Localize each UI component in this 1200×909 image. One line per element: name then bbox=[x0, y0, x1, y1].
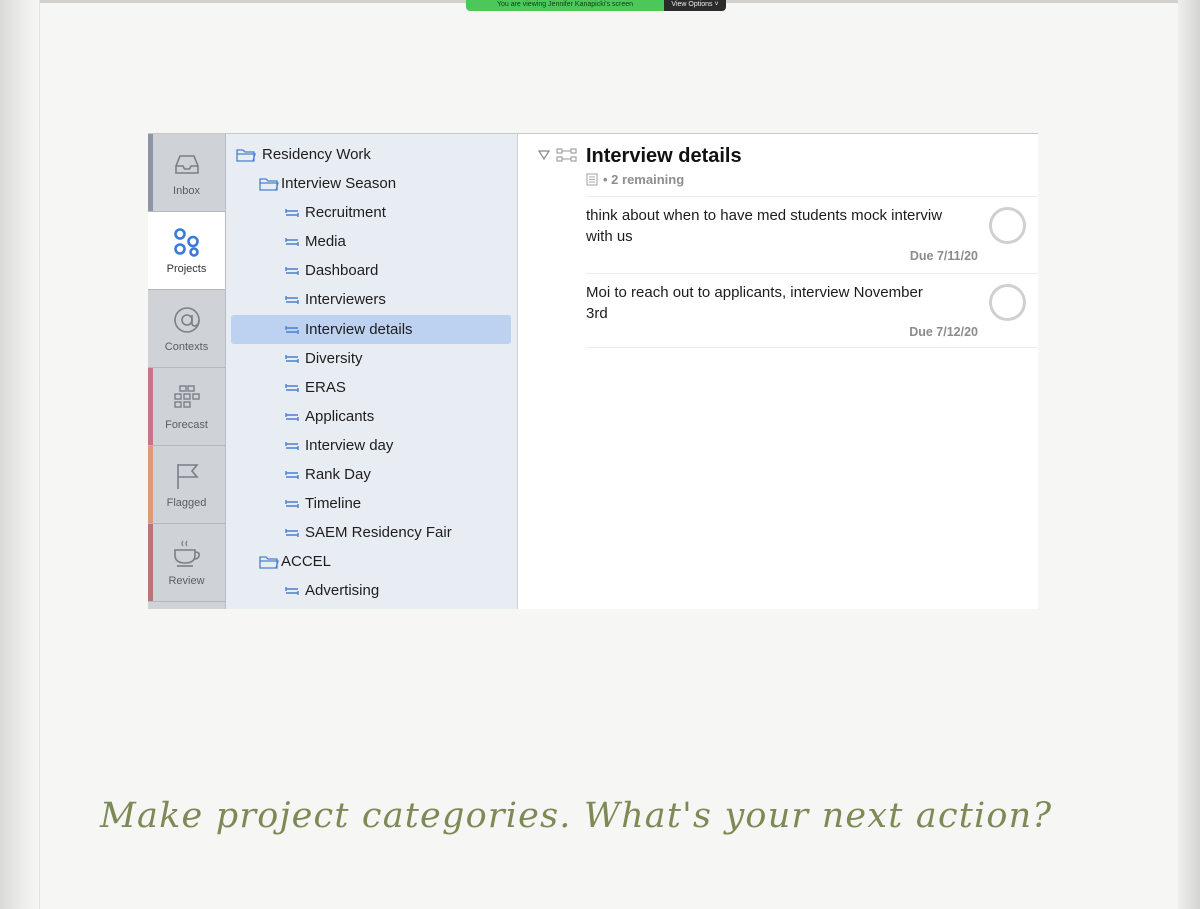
project-icon bbox=[285, 266, 299, 275]
sidebar-item-label: ERAS bbox=[305, 379, 346, 396]
sidebar-item-media[interactable]: Media bbox=[226, 227, 517, 256]
sidebar-item-label: ACCEL bbox=[281, 553, 332, 570]
remaining-text: • 2 remaining bbox=[603, 172, 685, 187]
task-title[interactable]: Moi to reach out to applicants, intervie… bbox=[586, 282, 946, 324]
screen-share-message: You are viewing Jennifer Kanapicki's scr… bbox=[466, 0, 664, 11]
perspective-color-stripe bbox=[148, 524, 153, 601]
perspective-label: Projects bbox=[166, 262, 207, 275]
perspective-color-stripe bbox=[148, 368, 153, 445]
project-icon bbox=[285, 441, 299, 450]
sidebar-item-label: Interview day bbox=[305, 437, 394, 454]
sidebar-item-interviewers[interactable]: Interviewers bbox=[226, 285, 517, 314]
sidebar-item-diversity[interactable]: Diversity bbox=[226, 344, 517, 373]
perspective-contexts[interactable]: Contexts bbox=[148, 290, 225, 368]
sidebar-item-label: Recruitment bbox=[305, 204, 386, 221]
perspective-label: Inbox bbox=[173, 184, 200, 197]
project-icon bbox=[285, 499, 299, 508]
perspective-color-stripe bbox=[148, 134, 153, 211]
sidebar-item-label: SAEM Residency Fair bbox=[305, 524, 452, 541]
folder-icon bbox=[259, 555, 279, 569]
perspective-forecast[interactable]: Forecast bbox=[148, 368, 225, 446]
project-icon bbox=[285, 528, 299, 537]
task-checkbox[interactable] bbox=[989, 284, 1026, 321]
sidebar-item-timeline[interactable]: Timeline bbox=[226, 489, 517, 518]
at-icon bbox=[173, 306, 200, 333]
flag-icon bbox=[176, 463, 199, 489]
slide-caption: Make project categories. What's your nex… bbox=[100, 796, 1053, 836]
project-icon bbox=[285, 325, 299, 334]
notebook-binding bbox=[0, 0, 40, 909]
omnifocus-window: Inbox Projects Contexts Forecast Flagged… bbox=[148, 133, 1038, 609]
perspective-projects[interactable]: Projects bbox=[148, 212, 225, 290]
page-edge bbox=[1178, 0, 1200, 909]
sidebar-item-interview-season[interactable]: Interview Season bbox=[226, 169, 517, 198]
task-row[interactable]: think about when to have med students mo… bbox=[586, 196, 1038, 273]
sidebar-item-eras[interactable]: ERAS bbox=[226, 373, 517, 402]
task-due-date: Due 7/12/20 bbox=[909, 325, 978, 339]
task-title[interactable]: think about when to have med students mo… bbox=[586, 205, 946, 247]
sidebar-item-label: Rank Day bbox=[305, 466, 371, 483]
note-icon bbox=[586, 173, 598, 186]
project-icon bbox=[285, 586, 299, 595]
perspective-bar: Inbox Projects Contexts Forecast Flagged… bbox=[148, 134, 226, 609]
project-content: Interview details • 2 remaining think ab… bbox=[518, 134, 1038, 609]
coffee-cup-icon bbox=[173, 540, 200, 567]
sidebar-item-saem-residency-fair[interactable]: SAEM Residency Fair bbox=[226, 518, 517, 547]
sidebar-item-label: Interview Season bbox=[281, 175, 397, 192]
project-type-icon bbox=[556, 148, 577, 162]
perspective-label: Flagged bbox=[166, 496, 207, 509]
screen-share-banner: You are viewing Jennifer Kanapicki's scr… bbox=[466, 0, 726, 11]
project-icon bbox=[285, 470, 299, 479]
sidebar-item-label: Dashboard bbox=[305, 262, 379, 279]
sidebar-item-accel[interactable]: ACCEL bbox=[226, 547, 517, 576]
project-title: Interview details bbox=[586, 145, 742, 167]
projects-icon bbox=[173, 227, 199, 257]
project-sidebar: Residency Work Interview Season Recruitm… bbox=[226, 134, 518, 609]
project-icon bbox=[285, 354, 299, 363]
sidebar-item-dashboard[interactable]: Dashboard bbox=[226, 256, 517, 285]
project-icon bbox=[285, 295, 299, 304]
sidebar-item-label: Interview details bbox=[305, 321, 413, 338]
sidebar-item-label: Residency Work bbox=[262, 146, 371, 163]
inbox-icon bbox=[174, 154, 199, 174]
sidebar-item-label: Interviewers bbox=[305, 291, 386, 308]
disclosure-triangle-icon[interactable] bbox=[538, 150, 550, 160]
sidebar-item-interview-details[interactable]: Interview details bbox=[226, 315, 517, 344]
project-icon bbox=[285, 237, 299, 246]
perspective-review[interactable]: Review bbox=[148, 524, 225, 602]
project-icon bbox=[285, 383, 299, 392]
task-due-date: Due 7/11/20 bbox=[909, 249, 978, 263]
perspective-flagged[interactable]: Flagged bbox=[148, 446, 225, 524]
sidebar-item-rank-day[interactable]: Rank Day bbox=[226, 460, 517, 489]
sidebar-item-label: Timeline bbox=[305, 495, 362, 512]
view-options-button[interactable]: View Options ˅ bbox=[664, 0, 726, 11]
perspective-color-stripe bbox=[148, 446, 153, 523]
remaining-count: • 2 remaining bbox=[586, 172, 684, 187]
calendar-grid-icon bbox=[173, 384, 200, 408]
perspective-label: Forecast bbox=[165, 418, 208, 431]
sidebar-item-label: Media bbox=[305, 233, 346, 250]
sidebar-item-label: Advertising bbox=[305, 582, 380, 599]
perspective-label: Review bbox=[168, 574, 205, 587]
project-icon bbox=[285, 412, 299, 421]
task-checkbox[interactable] bbox=[989, 207, 1026, 244]
sidebar-item-applicants[interactable]: Applicants bbox=[226, 402, 517, 431]
folder-icon bbox=[236, 148, 256, 162]
project-icon bbox=[285, 208, 299, 217]
sidebar-item-advertising[interactable]: Advertising bbox=[226, 576, 517, 605]
sidebar-item-interview-day[interactable]: Interview day bbox=[226, 431, 517, 460]
task-row[interactable]: Moi to reach out to applicants, intervie… bbox=[586, 273, 1038, 348]
sidebar-item-recruitment[interactable]: Recruitment bbox=[226, 198, 517, 227]
sidebar-item-residency-work[interactable]: Residency Work bbox=[226, 140, 517, 169]
folder-icon bbox=[259, 177, 279, 191]
sidebar-item-label: Diversity bbox=[305, 350, 363, 367]
sidebar-item-label: Applicants bbox=[305, 408, 375, 425]
perspective-label: Contexts bbox=[164, 340, 209, 353]
perspective-inbox[interactable]: Inbox bbox=[148, 134, 225, 212]
